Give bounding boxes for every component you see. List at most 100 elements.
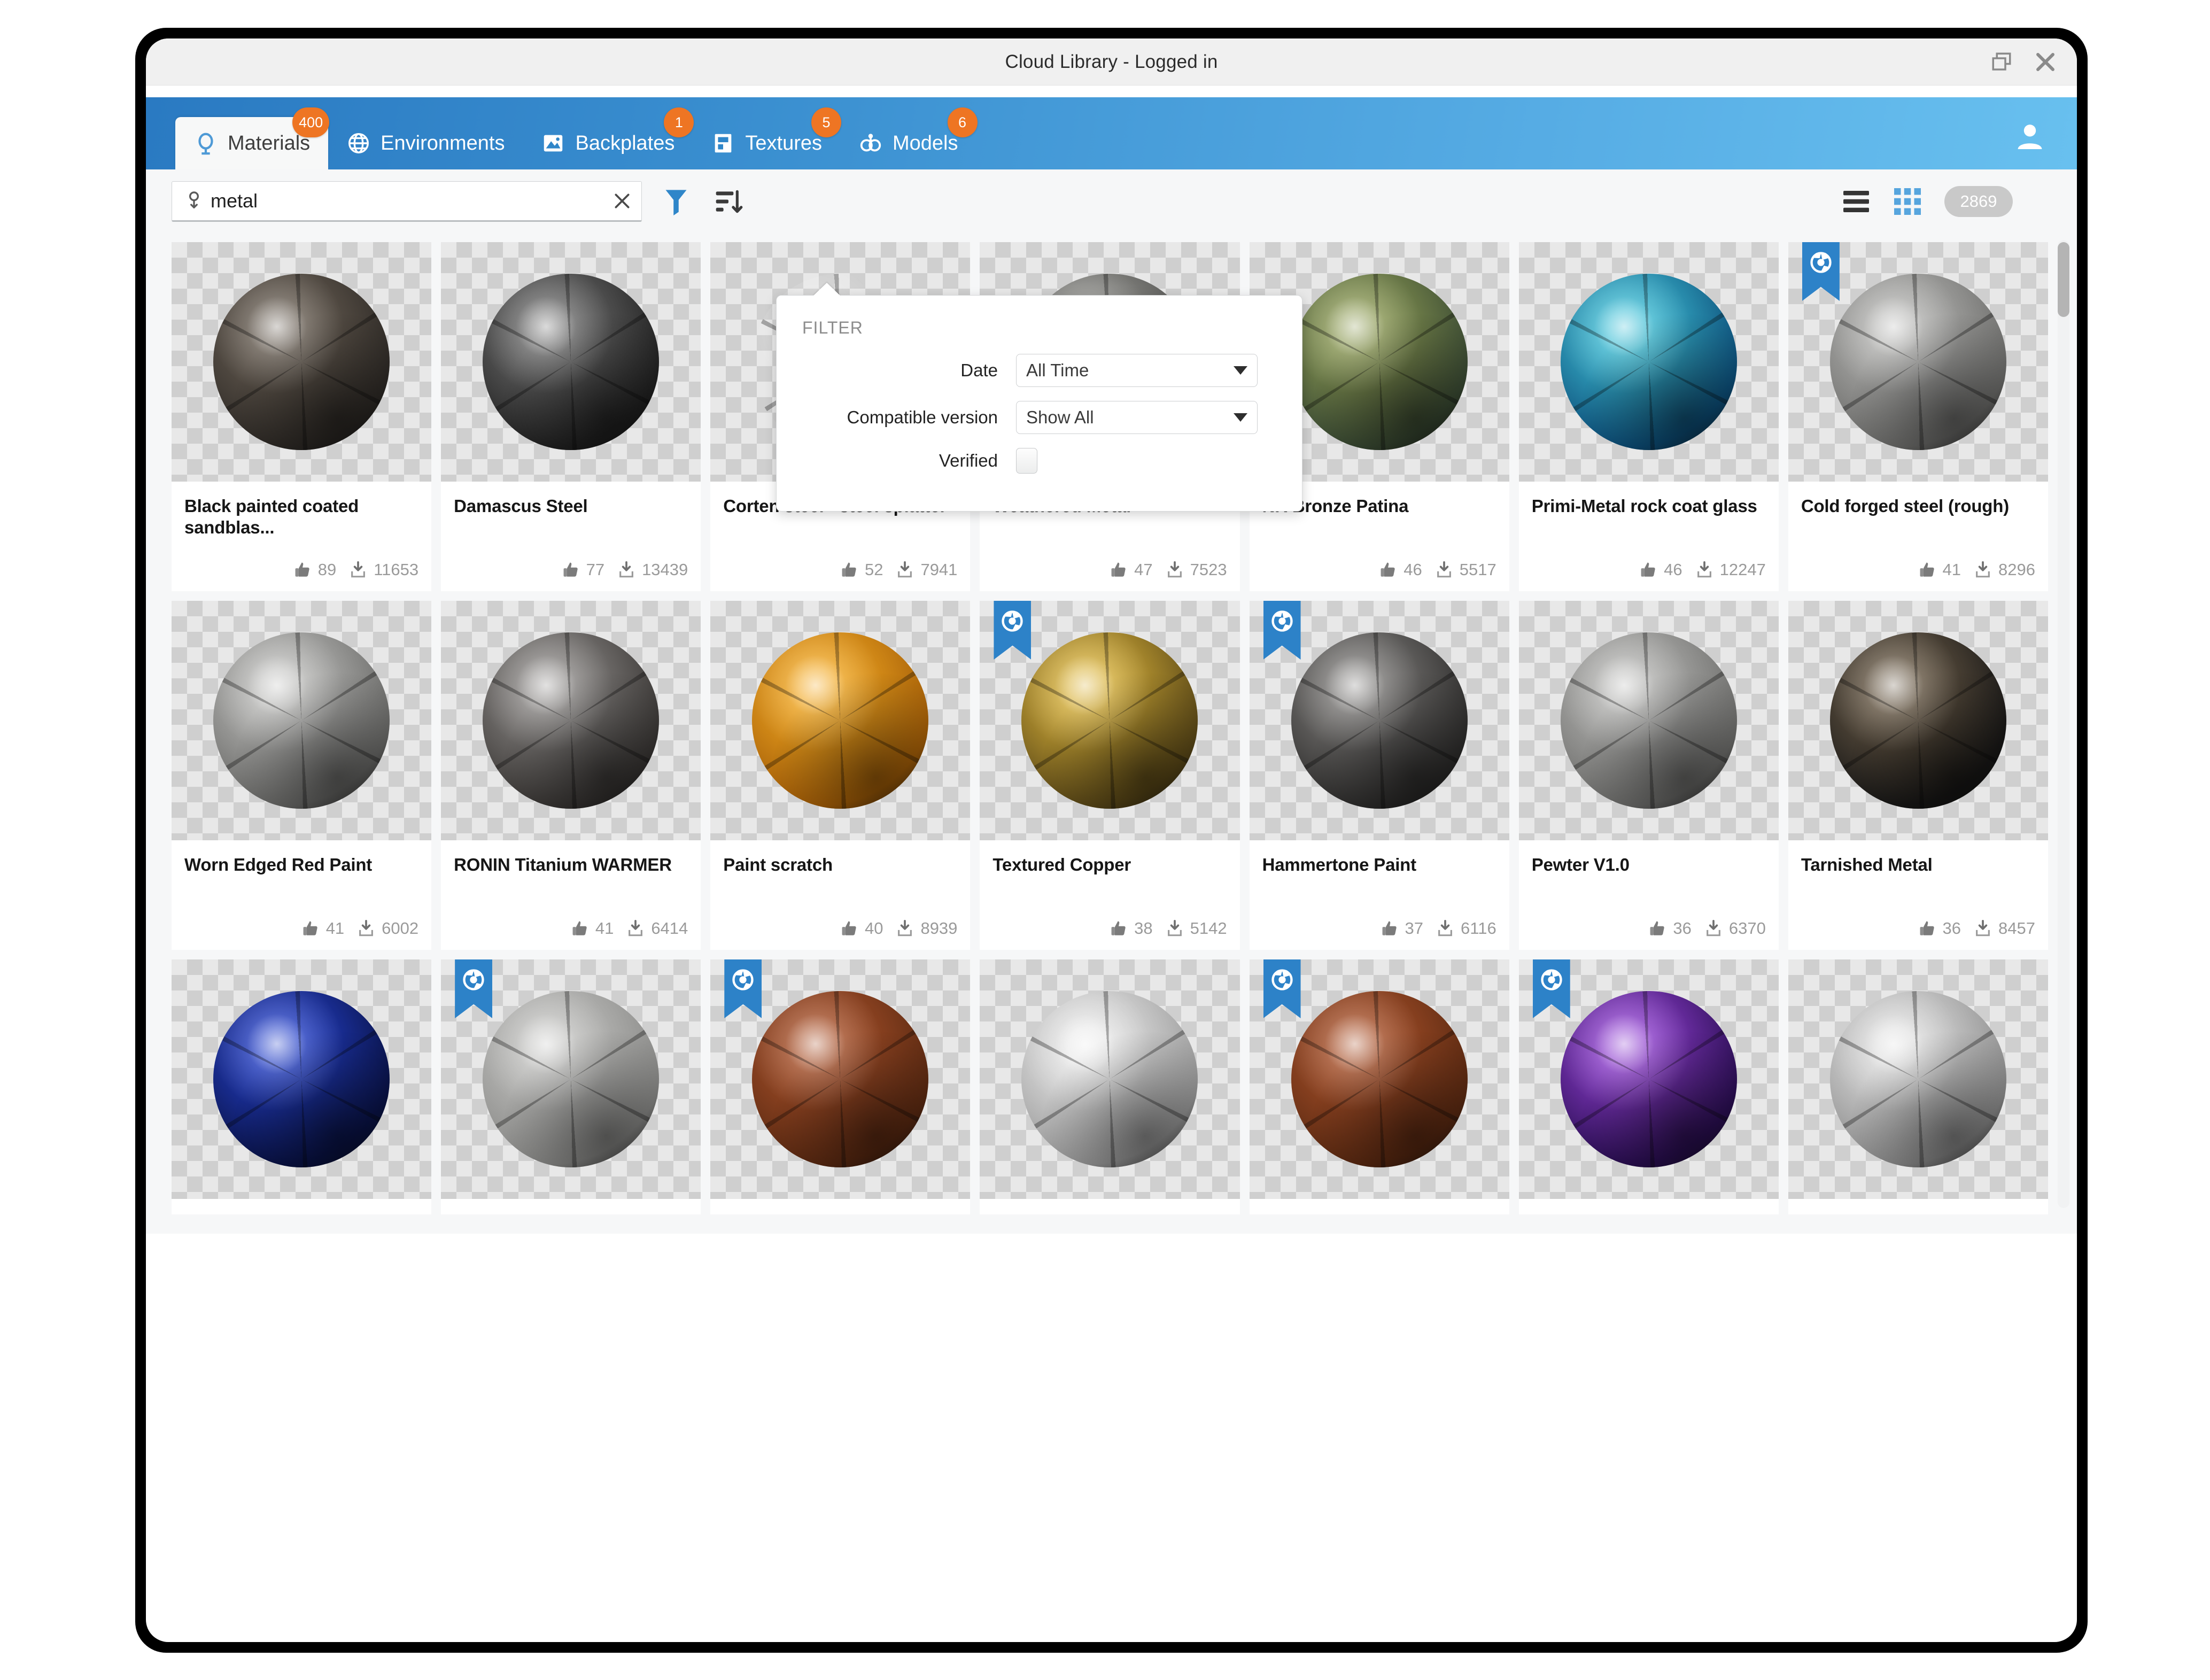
user-avatar-icon[interactable] <box>2013 119 2047 153</box>
sphere-highlight <box>1021 632 1198 809</box>
card-body: Aluminum hairline276195 <box>1788 1199 2048 1214</box>
material-thumbnail[interactable] <box>172 959 432 1199</box>
tab-environments[interactable]: Environments <box>328 117 523 169</box>
like-count: 77 <box>586 560 605 579</box>
sort-descending-icon[interactable] <box>714 187 743 216</box>
material-card[interactable]: Pewter V1.0 36 6370 <box>1518 601 1779 950</box>
view-controls: 2869 <box>1842 186 2056 217</box>
material-card[interactable]: Paint Metallic Jet blue super345518 <box>172 959 432 1214</box>
like-count: 38 <box>1134 919 1153 938</box>
material-card[interactable]: Corten steel - deep scratches315520 <box>710 959 971 1214</box>
tab-label: Models <box>893 131 958 154</box>
search-input[interactable] <box>205 190 611 212</box>
download-icon <box>619 561 633 578</box>
tab-backplates[interactable]: Backplates 1 <box>523 107 694 169</box>
material-thumbnail[interactable] <box>710 601 971 840</box>
material-card[interactable]: RONIN Titanium WARMER 41 6414 <box>441 601 701 950</box>
verified-ribbon <box>455 959 493 1018</box>
bottom-strip <box>146 1214 2077 1234</box>
material-preview-sphere <box>213 991 390 1167</box>
download-count: 11653 <box>374 560 419 579</box>
clear-x-icon[interactable] <box>611 190 633 212</box>
material-card[interactable]: 3d like Microphone Mesh with Space305751 <box>980 959 1240 1214</box>
filter-version-value: Show All <box>1026 407 1094 427</box>
filter-date-value: All Time <box>1026 360 1089 380</box>
material-thumbnail[interactable] <box>1518 242 1779 482</box>
material-thumbnail[interactable] <box>1788 959 2048 1199</box>
sphere-highlight <box>1829 991 2006 1167</box>
tab-models[interactable]: Models 6 <box>840 107 978 169</box>
title-bar: Cloud Library - Logged in <box>146 38 2077 86</box>
filter-version-select[interactable]: Show All <box>1016 401 1258 434</box>
card-body: Textured Copper 38 5142 <box>980 840 1239 950</box>
scrollbar-thumb[interactable] <box>2058 242 2069 317</box>
material-thumbnail[interactable] <box>172 601 432 840</box>
material-card[interactable]: Paint scratch 40 8939 <box>710 601 971 950</box>
filter-verified-checkbox[interactable] <box>1016 448 1037 474</box>
thumbs-up-icon <box>303 921 317 935</box>
material-preview-sphere <box>1291 274 1468 450</box>
list-view-icon[interactable] <box>1842 190 1871 213</box>
filter-popover: FILTER Date All Time Compatible version … <box>776 295 1302 512</box>
material-card[interactable]: Tarnished Metal 36 8457 <box>1788 601 2048 950</box>
material-thumbnail[interactable] <box>441 959 701 1199</box>
verified-ribbon <box>1263 959 1301 1018</box>
download-icon <box>1706 919 1720 936</box>
material-thumbnail[interactable] <box>1518 959 1779 1199</box>
filter-date-select[interactable]: All Time <box>1016 354 1258 387</box>
restore-window-icon[interactable] <box>1990 51 2013 73</box>
material-title: Paint Metallic Jet blue super <box>184 1213 418 1214</box>
grid-view-icon[interactable] <box>1894 188 1921 215</box>
material-thumbnail[interactable] <box>1518 601 1779 840</box>
card-stats: 40 8939 <box>723 919 957 938</box>
image-icon <box>544 135 563 152</box>
material-card[interactable]: Primi-Metal rock coat glass 46 12247 <box>1518 242 1779 591</box>
material-card[interactable]: Worn Edged Red Paint 41 6002 <box>172 601 432 950</box>
tab-materials[interactable]: Materials 400 <box>175 107 330 169</box>
scrollbar-track[interactable] <box>2058 240 2069 1208</box>
thumbs-up-icon <box>1641 562 1655 577</box>
material-thumbnail[interactable] <box>172 242 432 482</box>
material-thumbnail[interactable] <box>710 959 971 1199</box>
card-stats: 37 6116 <box>1262 919 1496 938</box>
material-card[interactable]: Hammertone Paint 37 6116 <box>1249 601 1509 950</box>
material-thumbnail[interactable] <box>1249 601 1509 840</box>
card-body: Damascus Steel 77 13439 <box>441 482 701 591</box>
verified-ribbon <box>724 959 762 1018</box>
material-card[interactable]: Textured Copper 38 5142 <box>980 601 1240 950</box>
material-thumbnail[interactable] <box>1788 601 2048 840</box>
card-stats: 41 6002 <box>184 919 418 938</box>
card-stats: 38 5142 <box>992 919 1227 938</box>
material-card[interactable]: Aluminum hairline276195 <box>1788 959 2048 1214</box>
material-card[interactable]: Worn forged steel315068 <box>441 959 701 1214</box>
chevron-down-icon <box>1234 366 1247 375</box>
material-card[interactable]: Cold forged steel (rough) 41 8296 <box>1788 242 2048 591</box>
close-icon[interactable] <box>2034 51 2057 73</box>
download-icon <box>1976 919 1990 936</box>
funnel-filter-icon[interactable] <box>662 186 690 217</box>
thumbs-up-icon <box>1381 562 1395 577</box>
material-preview-sphere <box>1021 632 1198 809</box>
tab-textures[interactable]: Textures 5 <box>693 107 841 169</box>
material-card[interactable]: Corten steel283882 <box>1249 959 1509 1214</box>
like-count: 36 <box>1673 919 1692 938</box>
thumbs-up-icon <box>1920 562 1934 577</box>
material-card[interactable]: Black painted coated sandblas... 89 11653 <box>172 242 432 591</box>
thumbs-up-icon <box>1111 921 1126 935</box>
material-title: Corten steel <box>1262 1213 1496 1214</box>
material-card[interactable]: Damascus Steel 77 13439 <box>441 242 701 591</box>
material-thumbnail[interactable] <box>441 601 701 840</box>
material-preview-sphere <box>213 274 390 450</box>
aperture-badge-icon <box>732 969 754 990</box>
material-thumbnail[interactable] <box>980 959 1240 1199</box>
card-stats: 89 11653 <box>184 560 418 579</box>
material-thumbnail[interactable] <box>1788 242 2048 482</box>
material-card[interactable]: Flipped Purple Paint275188 <box>1518 959 1779 1214</box>
material-thumbnail[interactable] <box>980 601 1240 840</box>
material-thumbnail[interactable] <box>441 242 701 482</box>
filter-row-verified: Verified <box>802 448 1276 474</box>
material-thumbnail[interactable] <box>1249 959 1509 1199</box>
aperture-badge-icon <box>1271 610 1293 632</box>
card-stats: 46 12247 <box>1532 560 1766 579</box>
thumbs-up-icon <box>572 921 587 935</box>
